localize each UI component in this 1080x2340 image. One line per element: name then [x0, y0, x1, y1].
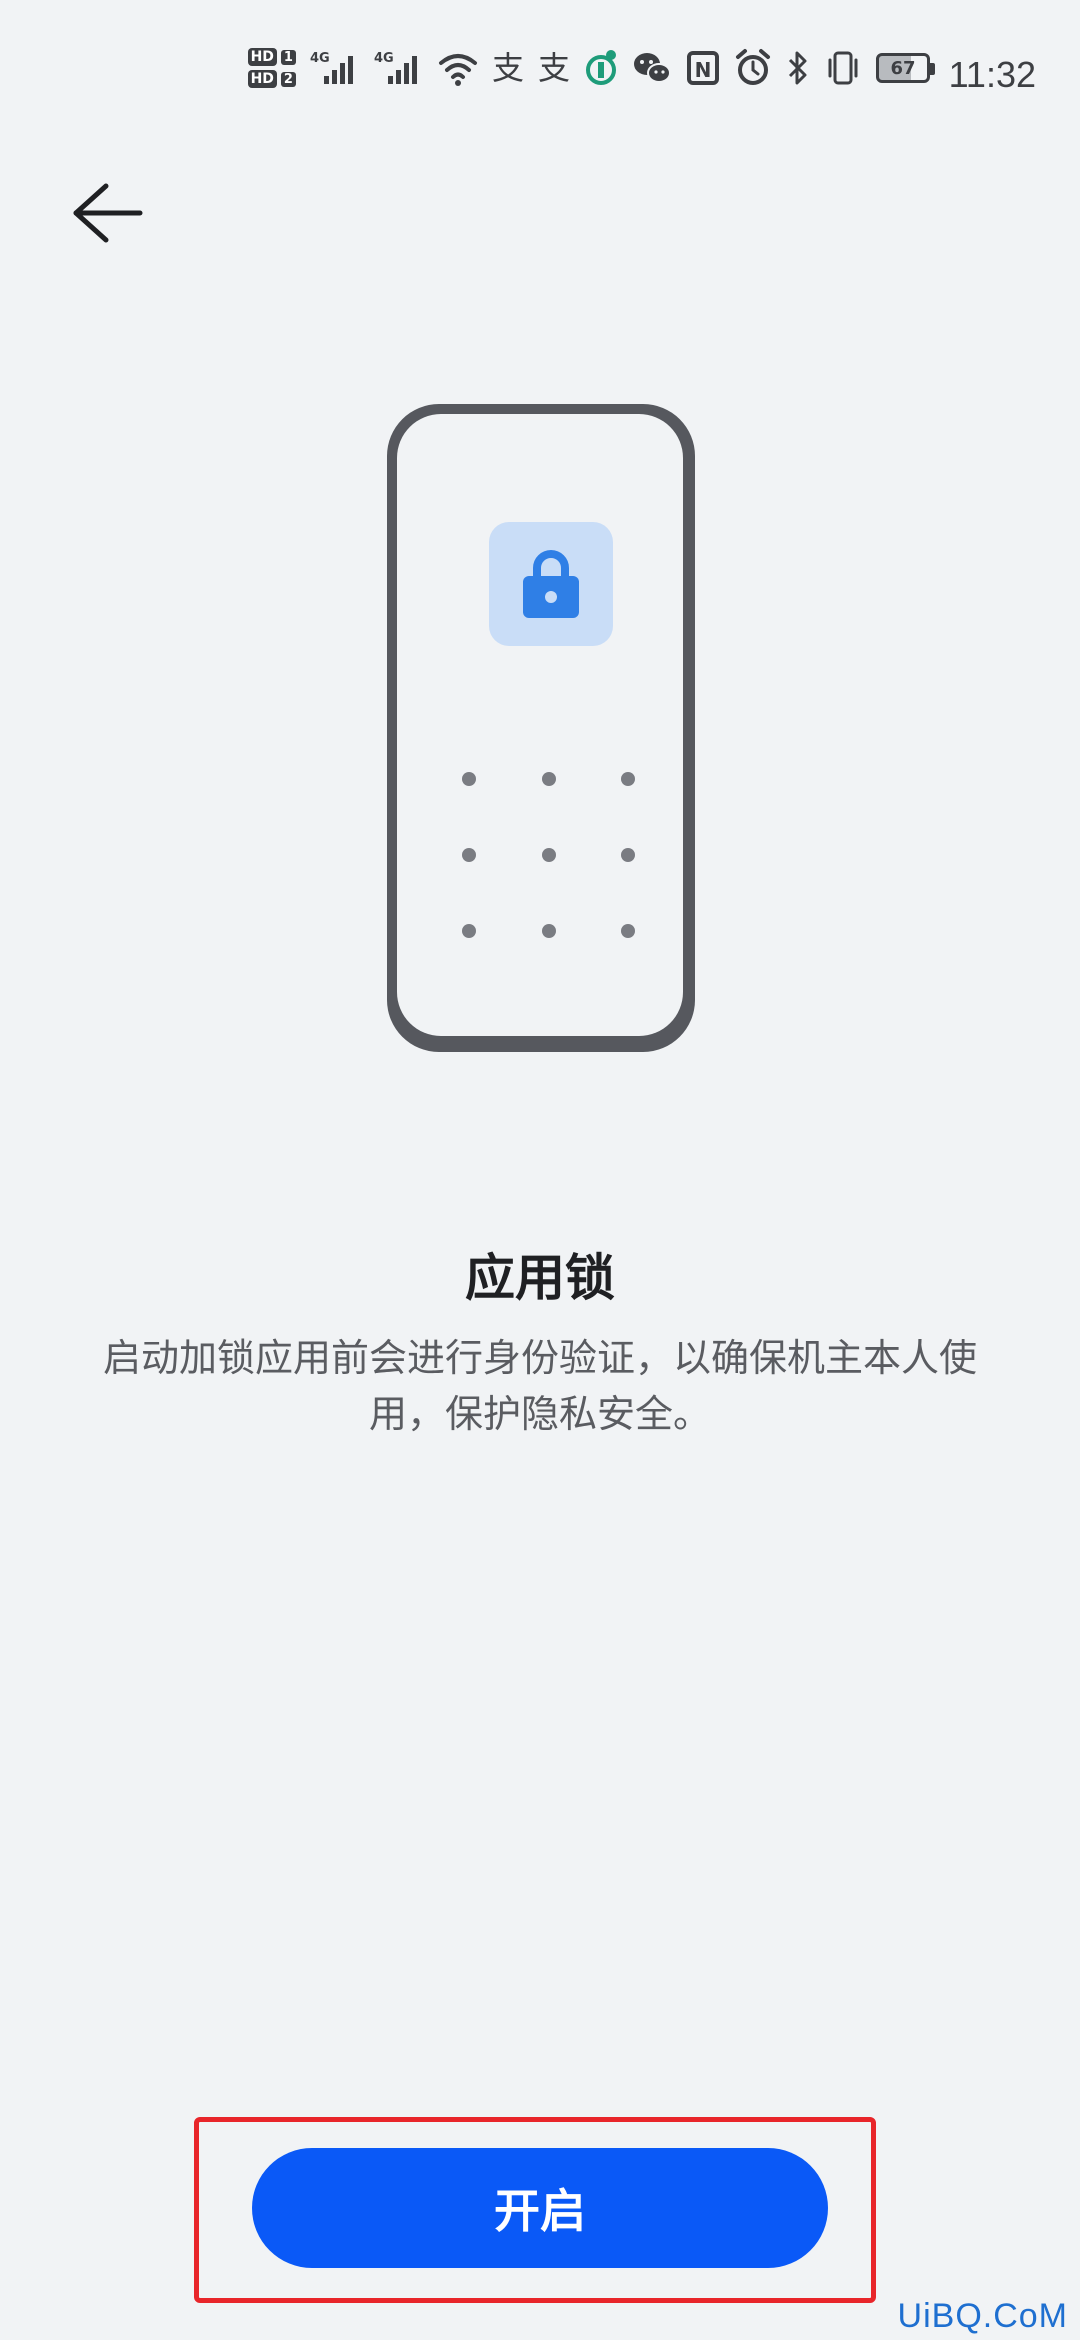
hd-badge: HD	[247, 70, 277, 88]
status-time: 11:32	[948, 54, 1036, 95]
page-description: 启动加锁应用前会进行身份验证，以确保机主本人使用，保护隐私安全。	[102, 1336, 977, 1436]
network-type-1: 4G	[310, 51, 330, 66]
sim-number: 1	[280, 49, 296, 65]
sim-indicators: HD 1 HD 2	[247, 48, 296, 88]
hd-badge: HD	[247, 48, 277, 66]
network-type-2: 4G	[374, 51, 394, 66]
pattern-dot	[462, 924, 476, 938]
signal-2-icon: 4G	[374, 48, 424, 88]
nfc-letter: N	[695, 58, 712, 82]
vibrate-icon	[824, 48, 862, 88]
signal-1-icon: 4G	[310, 48, 360, 88]
bluetooth-icon	[786, 48, 810, 88]
pattern-dot	[462, 772, 476, 786]
alipay-icon: 支	[491, 49, 524, 87]
status-bar: HD 1 HD 2 4G 4G 支 支 N 67 11:32	[0, 0, 1080, 150]
wechat-icon	[632, 48, 672, 88]
sim-number: 2	[280, 71, 296, 87]
pattern-dot	[542, 924, 556, 938]
pattern-dot	[621, 848, 635, 862]
charging-app-icon	[584, 48, 618, 88]
alarm-icon	[734, 48, 772, 88]
back-button[interactable]	[70, 180, 146, 246]
page-title: 应用锁	[465, 1249, 615, 1307]
app-lock-illustration	[387, 404, 695, 1052]
sim1-indicator: HD 1	[247, 48, 296, 66]
nfc-icon: N	[686, 48, 720, 88]
wifi-icon	[438, 48, 478, 88]
battery-indicator: 67	[876, 53, 935, 83]
pattern-dot-grid	[462, 772, 640, 944]
pattern-dot	[542, 772, 556, 786]
sim2-indicator: HD 2	[247, 70, 296, 88]
watermark: UiBQ.CoM	[897, 2297, 1068, 2335]
phone-screen	[397, 414, 683, 1036]
pattern-dot	[462, 848, 476, 862]
pattern-dot	[542, 848, 556, 862]
status-icons: HD 1 HD 2 4G 4G 支 支 N 67	[247, 48, 935, 88]
lock-tile	[489, 522, 613, 646]
pattern-dot	[621, 924, 635, 938]
enable-button[interactable]: 开启	[252, 2148, 828, 2268]
back-arrow-icon	[73, 183, 143, 243]
pattern-dot	[621, 772, 635, 786]
lock-icon	[523, 550, 579, 618]
alipay-icon: 支	[537, 49, 570, 87]
